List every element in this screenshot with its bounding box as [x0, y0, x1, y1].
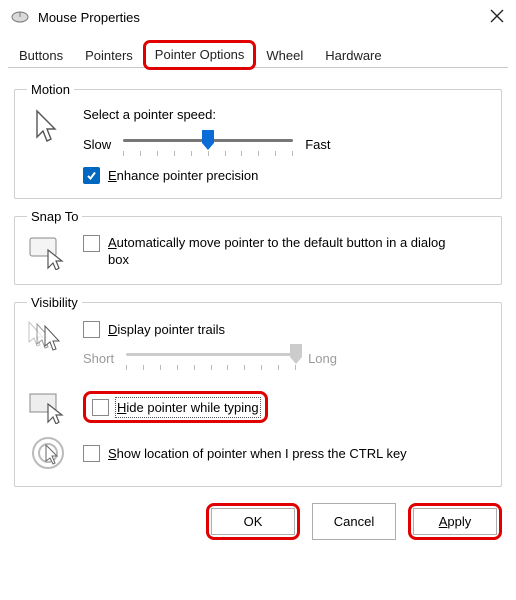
tab-pointer-options[interactable]: Pointer Options [144, 41, 256, 69]
display-trails-checkbox[interactable]: Display pointer trails [83, 320, 225, 338]
dialog-buttons: OK Cancel Apply [0, 497, 516, 540]
snap-to-default-checkbox[interactable]: Automatically move pointer to the defaul… [83, 234, 468, 268]
pointer-speed-fast: Fast [305, 137, 330, 152]
window-title: Mouse Properties [38, 10, 468, 25]
checkbox-box [83, 445, 100, 462]
pointer-speed-slider[interactable] [123, 130, 293, 158]
hide-while-typing-label: Hide pointer while typing [117, 399, 259, 416]
hide-pointer-icon [27, 390, 69, 424]
pointer-speed-label: Select a pointer speed: [83, 107, 489, 122]
title-bar: Mouse Properties [0, 0, 516, 34]
enhance-precision-label: Enhance pointer precision [108, 167, 258, 184]
snap-to-icon [27, 234, 69, 270]
group-motion: Motion Select a pointer speed: Slow Fas [14, 82, 502, 199]
tab-wheel[interactable]: Wheel [255, 42, 314, 69]
checkbox-box [92, 399, 109, 416]
mouse-hardware-icon [10, 10, 30, 24]
trail-short-label: Short [83, 351, 114, 366]
show-location-ctrl-label: Show location of pointer when I press th… [108, 445, 407, 462]
snap-to-default-label: Automatically move pointer to the defaul… [108, 234, 468, 268]
close-icon[interactable] [468, 8, 508, 26]
apply-button[interactable]: Apply [413, 508, 497, 535]
checkbox-box [83, 321, 100, 338]
pointer-speed-slow: Slow [83, 137, 111, 152]
tab-strip: Buttons Pointers Pointer Options Wheel H… [0, 40, 516, 68]
cancel-button[interactable]: Cancel [312, 503, 396, 540]
tab-hardware[interactable]: Hardware [314, 42, 392, 69]
trail-length-slider [126, 344, 296, 372]
group-snap-to: Snap To Automatically move pointer to th… [14, 209, 502, 285]
group-visibility: Visibility Display pointer trails Short [14, 295, 502, 487]
tab-content: Motion Select a pointer speed: Slow Fas [0, 68, 516, 487]
trail-long-label: Long [308, 351, 337, 366]
tab-pointers[interactable]: Pointers [74, 42, 144, 69]
show-location-ctrl-checkbox[interactable]: Show location of pointer when I press th… [83, 444, 407, 462]
display-trails-label: Display pointer trails [108, 321, 225, 338]
group-snap-to-legend: Snap To [27, 209, 82, 224]
cursor-arrow-icon [27, 107, 69, 147]
group-visibility-legend: Visibility [27, 295, 82, 310]
enhance-precision-checkbox[interactable]: Enhance pointer precision [83, 166, 258, 184]
pointer-trails-icon [27, 320, 69, 358]
hide-while-typing-checkbox[interactable]: Hide pointer while typing [92, 398, 259, 416]
ok-button[interactable]: OK [211, 508, 295, 535]
tab-buttons[interactable]: Buttons [8, 42, 74, 69]
group-motion-legend: Motion [27, 82, 74, 97]
ctrl-locate-icon [27, 434, 69, 472]
checkbox-box [83, 235, 100, 252]
checkbox-box [83, 167, 100, 184]
